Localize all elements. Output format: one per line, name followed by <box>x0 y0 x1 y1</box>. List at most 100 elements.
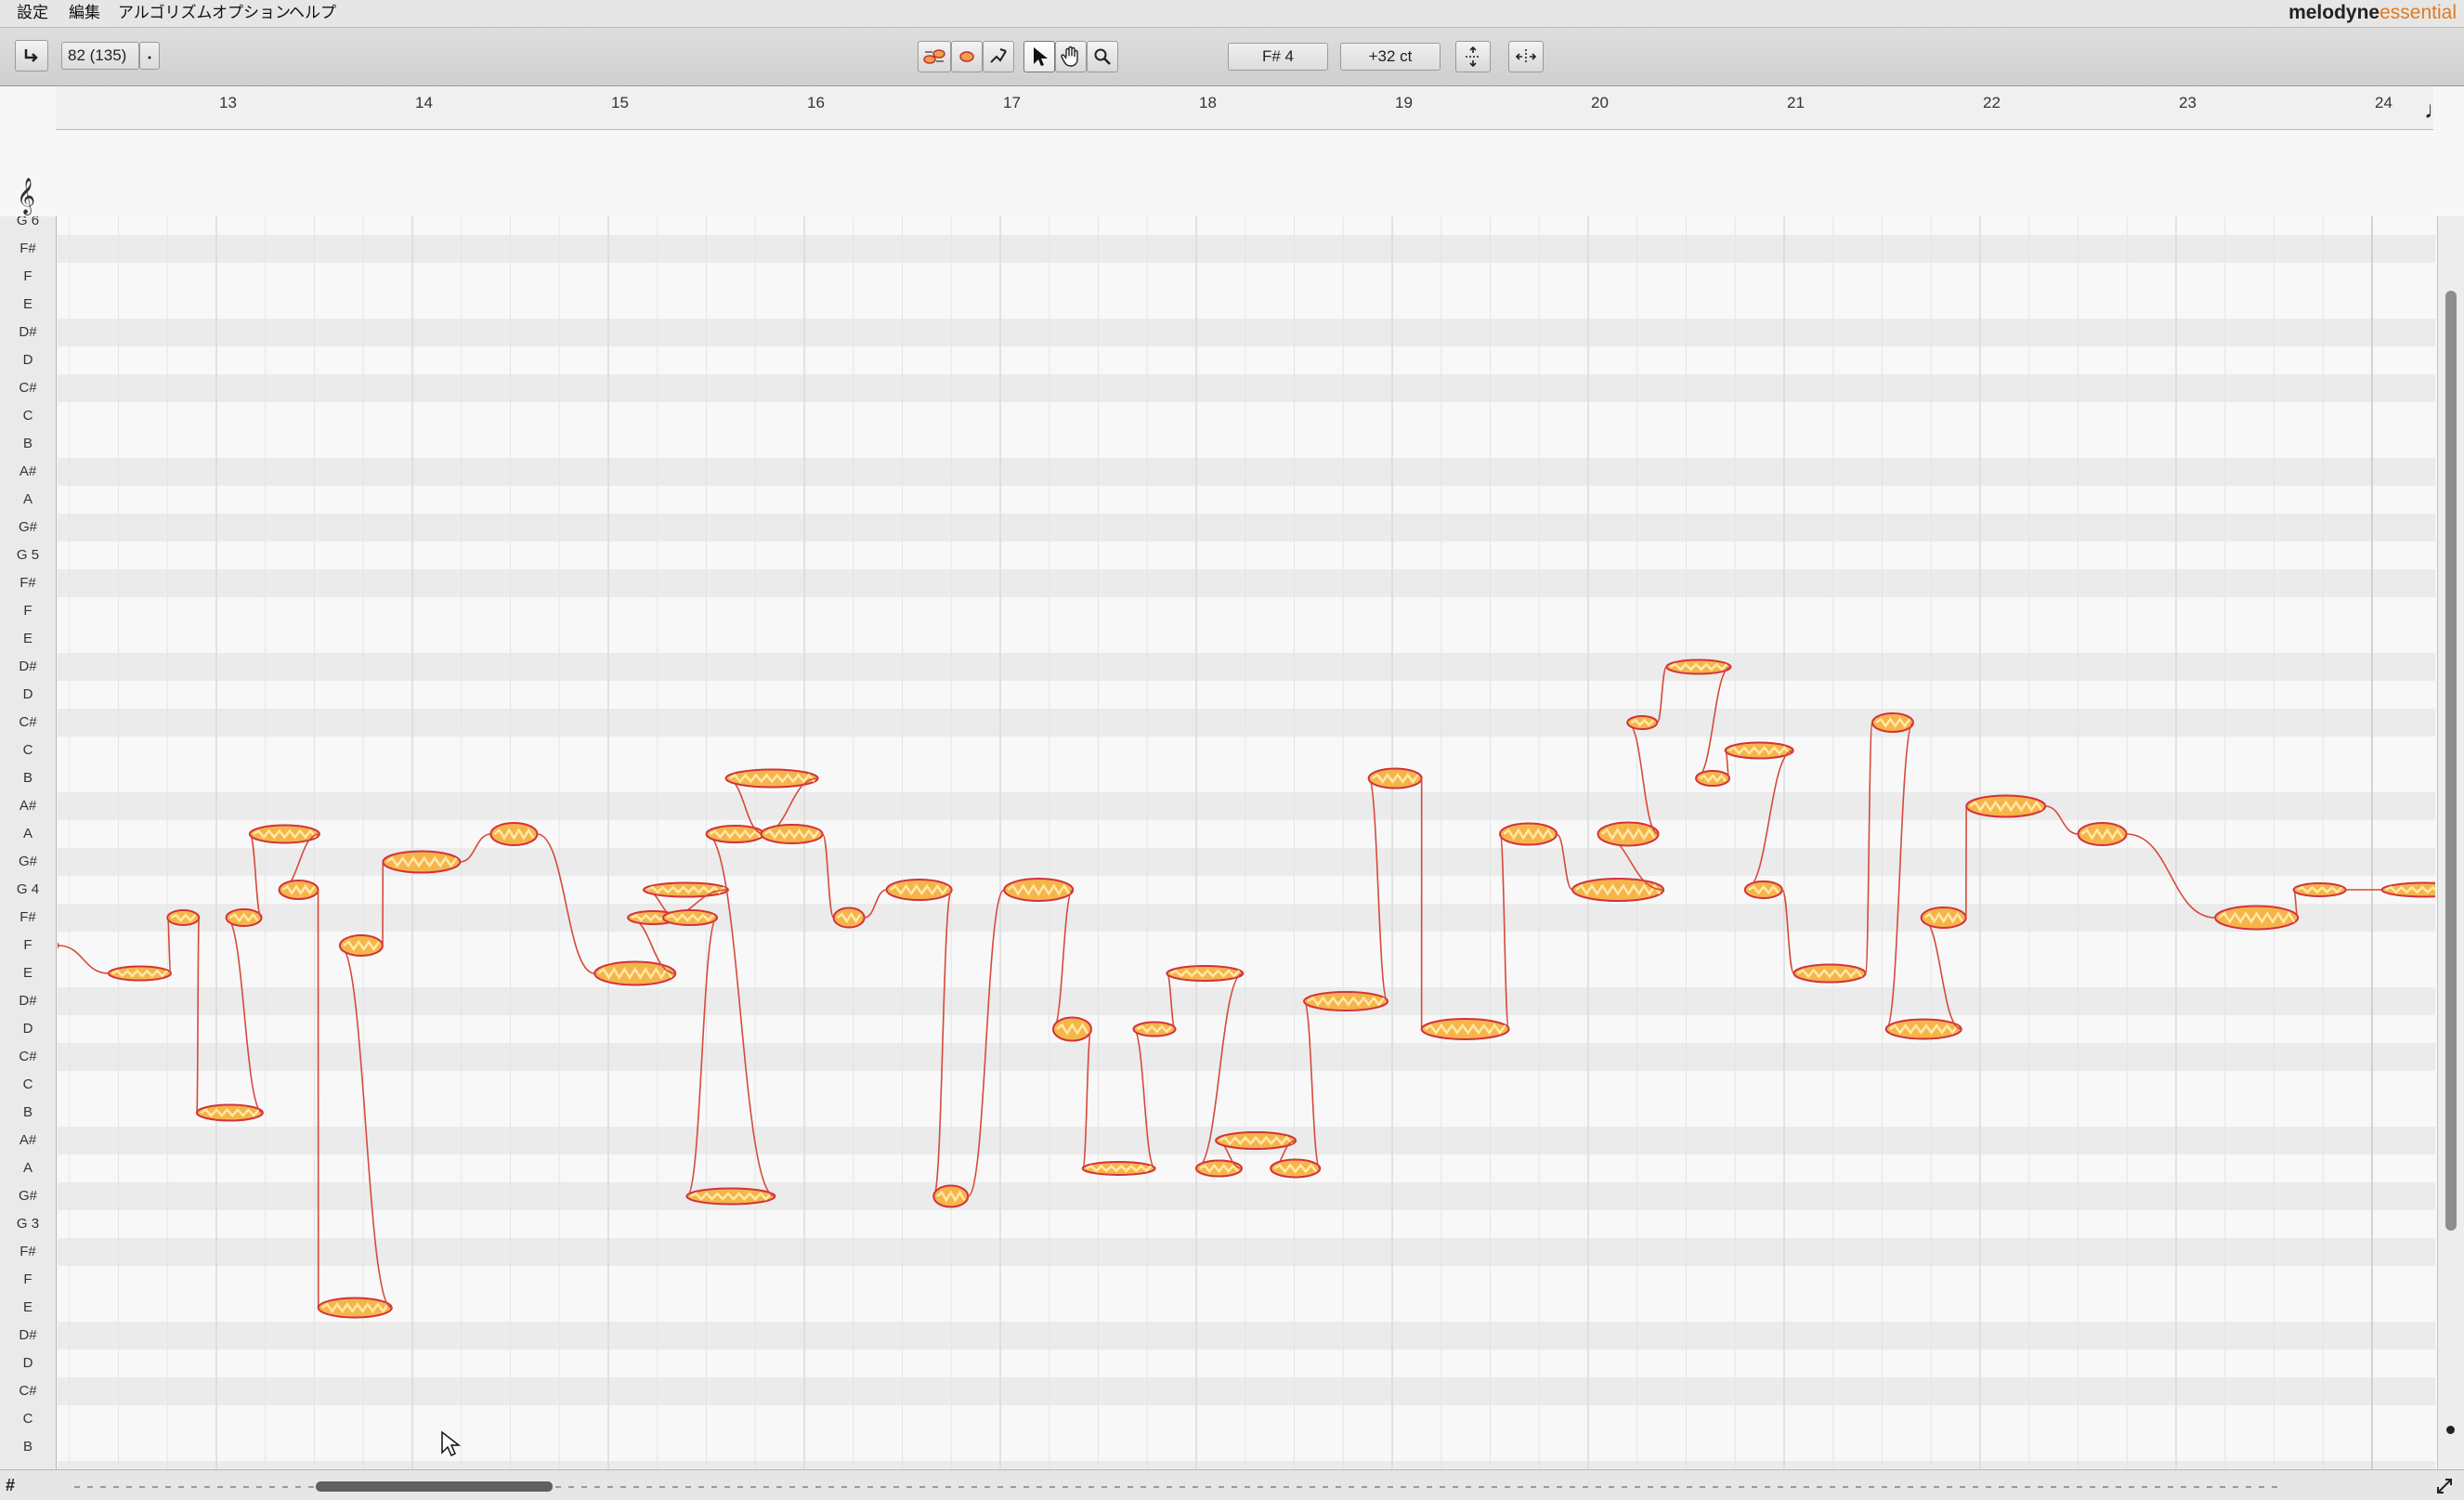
menu-algorithm[interactable]: アルゴリズム <box>114 2 216 24</box>
note-blob[interactable] <box>1597 821 1660 847</box>
cents-display[interactable]: +32 ct <box>1340 43 1441 71</box>
note-blob[interactable] <box>1499 822 1558 846</box>
note-blob[interactable] <box>1920 907 1967 929</box>
note-blob[interactable] <box>1270 1158 1322 1179</box>
tempo-field[interactable]: 82 (135) <box>61 42 139 70</box>
bar-label: 24 <box>2375 94 2392 111</box>
key-label: F# <box>20 241 36 256</box>
fit-horizontal-button[interactable] <box>1508 41 1544 72</box>
quantize-icon[interactable]: # <box>6 1476 15 1495</box>
bar-label: 14 <box>415 94 433 111</box>
note-blob[interactable] <box>1367 767 1423 789</box>
note-blob-body[interactable] <box>1571 878 1665 902</box>
key-label: C <box>22 408 33 424</box>
note-blob[interactable] <box>2077 822 2128 846</box>
note-blob[interactable] <box>1003 878 1075 902</box>
pitch-curve <box>1864 722 1873 974</box>
note-blob[interactable] <box>885 879 953 901</box>
menu-help[interactable]: ヘルプ <box>285 2 340 24</box>
note-blob[interactable] <box>1695 770 1731 787</box>
note-blob[interactable] <box>932 1184 970 1208</box>
menu-edit[interactable]: 編集 <box>65 2 104 24</box>
note-blob[interactable] <box>642 881 729 898</box>
fit-vertical-button[interactable] <box>1455 41 1491 72</box>
note-blob[interactable] <box>2214 905 2300 931</box>
return-button[interactable] <box>15 40 48 72</box>
fit-vertical-icon <box>1466 46 1480 68</box>
note-blob[interactable] <box>166 909 201 926</box>
menu-settings[interactable]: 設定 <box>13 2 52 24</box>
note-blob[interactable] <box>1195 1159 1243 1178</box>
key-label: G 4 <box>16 881 40 897</box>
vertical-scrollbar[interactable] <box>2437 216 2464 1500</box>
note-blob[interactable] <box>1724 741 1794 760</box>
note-blob[interactable] <box>489 822 539 846</box>
note-blob[interactable] <box>2292 882 2347 897</box>
key-label: C <box>22 742 33 758</box>
note-blob[interactable] <box>225 908 263 927</box>
note-blob[interactable] <box>195 1103 264 1122</box>
note-blob[interactable] <box>1051 1016 1092 1042</box>
note-blob[interactable] <box>685 1187 776 1206</box>
note-blob[interactable] <box>1303 991 1389 1011</box>
zoom-tool-button[interactable] <box>1087 41 1118 72</box>
note-blob[interactable] <box>1626 715 1659 730</box>
pitch-curve <box>1081 1028 1092 1169</box>
note-blob[interactable] <box>1965 794 2047 818</box>
treble-clef-icon[interactable]: 𝄞 <box>6 177 46 215</box>
note-blob[interactable] <box>662 909 719 926</box>
note-blob[interactable] <box>1571 878 1665 902</box>
note-blob[interactable] <box>1884 1018 1962 1040</box>
zoom-corner-icon[interactable] <box>2434 1476 2455 1496</box>
note-blob[interactable] <box>107 965 172 982</box>
note-blob-body[interactable] <box>1499 822 1558 846</box>
key-label: C <box>22 1411 33 1427</box>
note-blob[interactable] <box>382 850 462 874</box>
note-blob[interactable] <box>1665 659 1732 675</box>
note-blob[interactable] <box>1132 1021 1177 1037</box>
scroll-tool-button[interactable] <box>1055 41 1087 72</box>
pitch-keyboard[interactable]: G 6 F# F E D# D C# C B A# A G# G 5 F# F E D# D C# C B A# A G# G … <box>0 216 57 1500</box>
horizontal-scroll-thumb[interactable] <box>316 1481 553 1492</box>
note-blob[interactable] <box>593 960 677 986</box>
note-blob[interactable] <box>1081 1161 1156 1176</box>
pitch-tool-button[interactable] <box>983 41 1014 72</box>
note-blob-body[interactable] <box>58 939 59 952</box>
pitch-curve <box>537 833 595 974</box>
note-blob[interactable] <box>338 934 384 957</box>
key-label: B <box>22 436 33 451</box>
note-blob[interactable] <box>832 907 866 929</box>
key-label: G# <box>18 1188 37 1204</box>
horizontal-scrollbar[interactable]: # <box>0 1469 2464 1500</box>
note-blob[interactable] <box>760 824 824 844</box>
note-assign-button[interactable] <box>918 41 951 72</box>
zoom-dot[interactable] <box>2446 1426 2455 1434</box>
note-blob[interactable] <box>1871 712 1914 733</box>
bar-ruler[interactable]: 13 14 15 16 17 18 19 20 21 22 23 24 <box>56 86 2433 130</box>
note-blob[interactable] <box>1420 1018 1510 1040</box>
vertical-scroll-thumb[interactable] <box>2445 291 2457 1231</box>
pitch-snap-icon <box>959 51 974 62</box>
note-blob[interactable] <box>58 939 59 952</box>
note-blob[interactable] <box>317 1297 393 1319</box>
select-tool-button[interactable] <box>1023 41 1055 72</box>
note-blob[interactable] <box>1793 963 1867 984</box>
note-blob[interactable] <box>1215 1131 1297 1150</box>
tempo-dropdown[interactable] <box>139 42 160 70</box>
pitch-curve <box>1499 833 1510 1030</box>
arrow-pointer-icon <box>1034 47 1048 66</box>
key-label: F# <box>20 575 36 591</box>
note-blob[interactable] <box>2380 881 2435 898</box>
key-label: E <box>22 965 33 981</box>
quarter-note-icon[interactable]: ♩ <box>2424 96 2452 124</box>
note-blob[interactable] <box>1743 880 1783 899</box>
key-label: A <box>22 826 33 841</box>
notes-canvas[interactable] <box>58 216 2435 1500</box>
menu-options[interactable]: オプション <box>208 2 294 24</box>
key-label: C# <box>19 1049 37 1064</box>
note-blob[interactable] <box>1166 965 1245 982</box>
pitch-display[interactable]: F# 4 <box>1228 43 1328 71</box>
pitch-snap-button[interactable] <box>951 41 983 72</box>
note-blob-body[interactable] <box>1597 821 1660 847</box>
note-blob[interactable] <box>278 880 319 900</box>
